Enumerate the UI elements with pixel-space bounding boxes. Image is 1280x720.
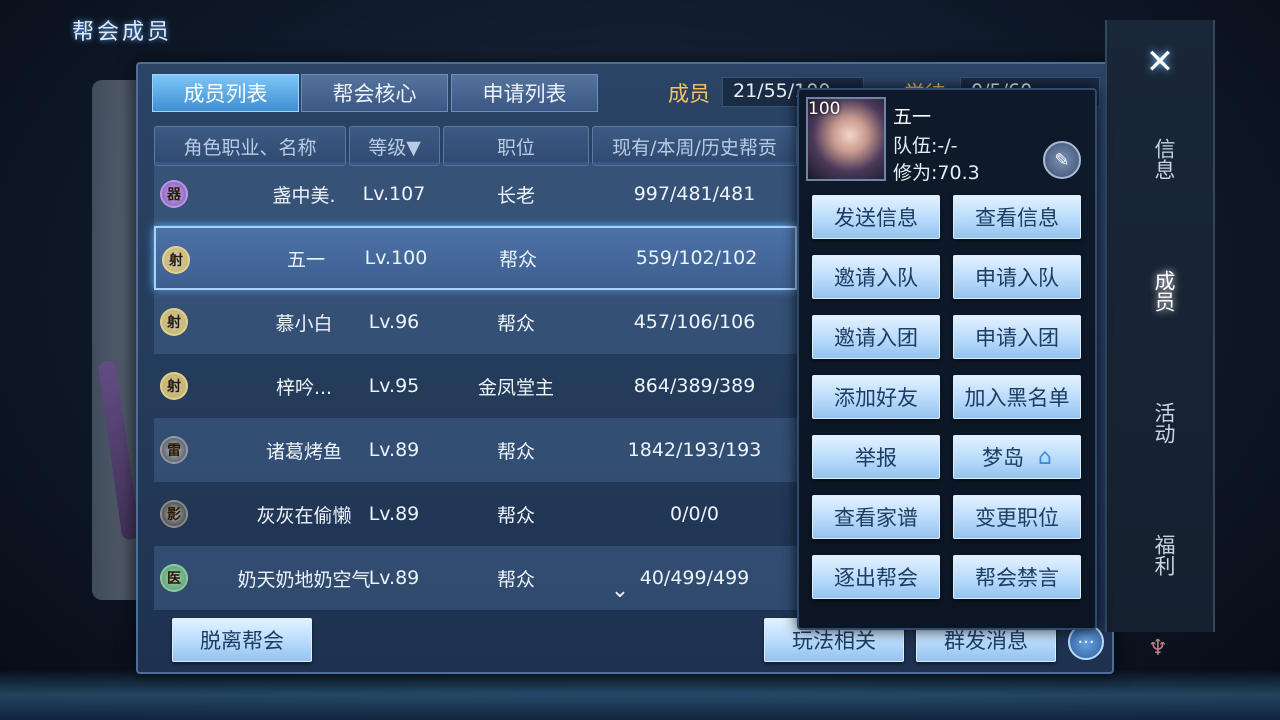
popup-action-label: 查看家谱 [834,506,918,530]
member-row[interactable]: 射慕小白 Lv.96 帮众 457/106/106 [154,290,797,354]
member-level: Lv.89 [368,503,420,525]
member-position: 金凤堂主 [477,376,554,399]
popup-action-button[interactable]: 查看家谱 [812,495,940,539]
popup-action-button[interactable]: 邀请入团 [812,315,940,359]
member-row[interactable]: 射梓吟... Lv.95 金凤堂主 864/389/389 [154,354,797,418]
popup-action-button[interactable]: 加入黑名单 [953,375,1081,419]
avatar-level: 100 [808,99,841,119]
column-header-name[interactable]: 角色职业、名称 [154,126,346,166]
popup-action-button[interactable]: 申请入团 [953,315,1081,359]
popup-action-label: 梦岛 [982,446,1025,470]
popup-action-button[interactable]: 申请入队 [953,255,1081,299]
popup-action-button[interactable]: 查看信息 [953,195,1081,239]
popup-action-label: 添加好友 [834,386,918,410]
popup-action-button[interactable]: 梦岛 ⌂ [953,435,1081,479]
popup-action-label: 申请入团 [975,326,1059,350]
side-item-welfare[interactable]: 福利 [1142,534,1178,576]
close-icon[interactable]: ✕ [1138,40,1182,84]
popup-action-button[interactable]: 举报 [812,435,940,479]
class-icon: 射 [162,246,190,274]
member-level: Lv.95 [368,375,420,397]
member-row[interactable]: 医奶天奶地奶空气 Lv.89 帮众 40/499/499 [154,546,797,610]
leave-guild-button[interactable]: 脱离帮会 [172,618,312,662]
side-item-members[interactable]: 成员 [1142,270,1178,312]
member-position: 帮众 [498,248,537,271]
popup-action-button[interactable]: 变更职位 [953,495,1081,539]
popup-player-name: 五一 [893,106,932,128]
member-level: Lv.89 [368,439,420,461]
class-icon: 射 [160,308,188,336]
class-icon: 雷 [160,436,188,464]
tab-member-list[interactable]: 成员列表 [152,74,299,112]
popup-action-label: 变更职位 [975,506,1059,530]
class-icon: 器 [160,180,188,208]
popup-action-label: 申请入队 [975,266,1059,290]
column-header-position[interactable]: 职位 [443,126,589,166]
house-icon: ⌂ [1038,444,1052,470]
glow-floor [0,670,1280,720]
popup-action-label: 帮会禁言 [975,566,1059,590]
tab-guild-core[interactable]: 帮会核心 [301,74,448,112]
profile-card-icon[interactable]: ✎ [1043,141,1081,179]
class-icon: 射 [160,372,188,400]
popup-player-power: 修为:70.3 [893,162,980,184]
member-contribution: 457/106/106 [633,311,756,333]
popup-action-button[interactable]: 邀请入队 [812,255,940,299]
chevron-down-icon[interactable]: ⌄ [606,576,634,604]
member-position: 长老 [496,184,535,207]
tab-application-list[interactable]: 申请列表 [451,74,598,112]
popup-action-button[interactable]: 帮会禁言 [953,555,1081,599]
member-contribution: 559/102/102 [635,247,758,269]
side-item-info[interactable]: 信息 [1142,138,1178,180]
member-level: Lv.100 [364,247,428,269]
page-title: 帮会成员 [72,20,173,45]
member-contribution: 0/0/0 [669,503,720,525]
member-contribution: 864/389/389 [633,375,756,397]
popup-action-label: 加入黑名单 [964,386,1070,410]
column-header-contribution[interactable]: 现有/本周/历史帮贡 [592,126,797,166]
tassel-knot-icon: ♆ [1148,636,1168,661]
member-row[interactable]: 射五一 Lv.100 帮众 559/102/102 [154,226,797,290]
member-level: Lv.96 [368,311,420,333]
popup-action-button[interactable]: 添加好友 [812,375,940,419]
member-level: Lv.107 [362,183,426,205]
side-item-activities[interactable]: 活动 [1142,402,1178,444]
member-level: Lv.89 [368,567,420,589]
member-row[interactable]: 器盏中美. Lv.107 长老 997/481/481 [154,162,797,226]
popup-action-label: 举报 [855,446,897,470]
popup-player-team: 队伍:-/- [893,135,958,157]
member-position: 帮众 [496,568,535,591]
member-position: 帮众 [496,440,535,463]
popup-action-label: 逐出帮会 [834,566,918,590]
member-contribution: 1842/193/193 [627,439,762,461]
popup-action-label: 邀请入团 [834,326,918,350]
class-icon: 影 [160,500,188,528]
column-header-level[interactable]: 等级▼ [349,126,440,166]
member-position: 帮众 [496,312,535,335]
members-count-label: 成员 [668,82,710,106]
member-contribution: 997/481/481 [633,183,756,205]
popup-action-button[interactable]: 发送信息 [812,195,940,239]
class-icon: 医 [160,564,188,592]
popup-action-label: 发送信息 [834,206,918,230]
popup-action-label: 邀请入队 [834,266,918,290]
popup-action-label: 查看信息 [975,206,1059,230]
member-row[interactable]: 雷诸葛烤鱼 Lv.89 帮众 1842/193/193 [154,418,797,482]
member-row[interactable]: 影灰灰在偷懒 Lv.89 帮众 0/0/0 [154,482,797,546]
popup-action-button[interactable]: 逐出帮会 [812,555,940,599]
member-position: 帮众 [496,504,535,527]
